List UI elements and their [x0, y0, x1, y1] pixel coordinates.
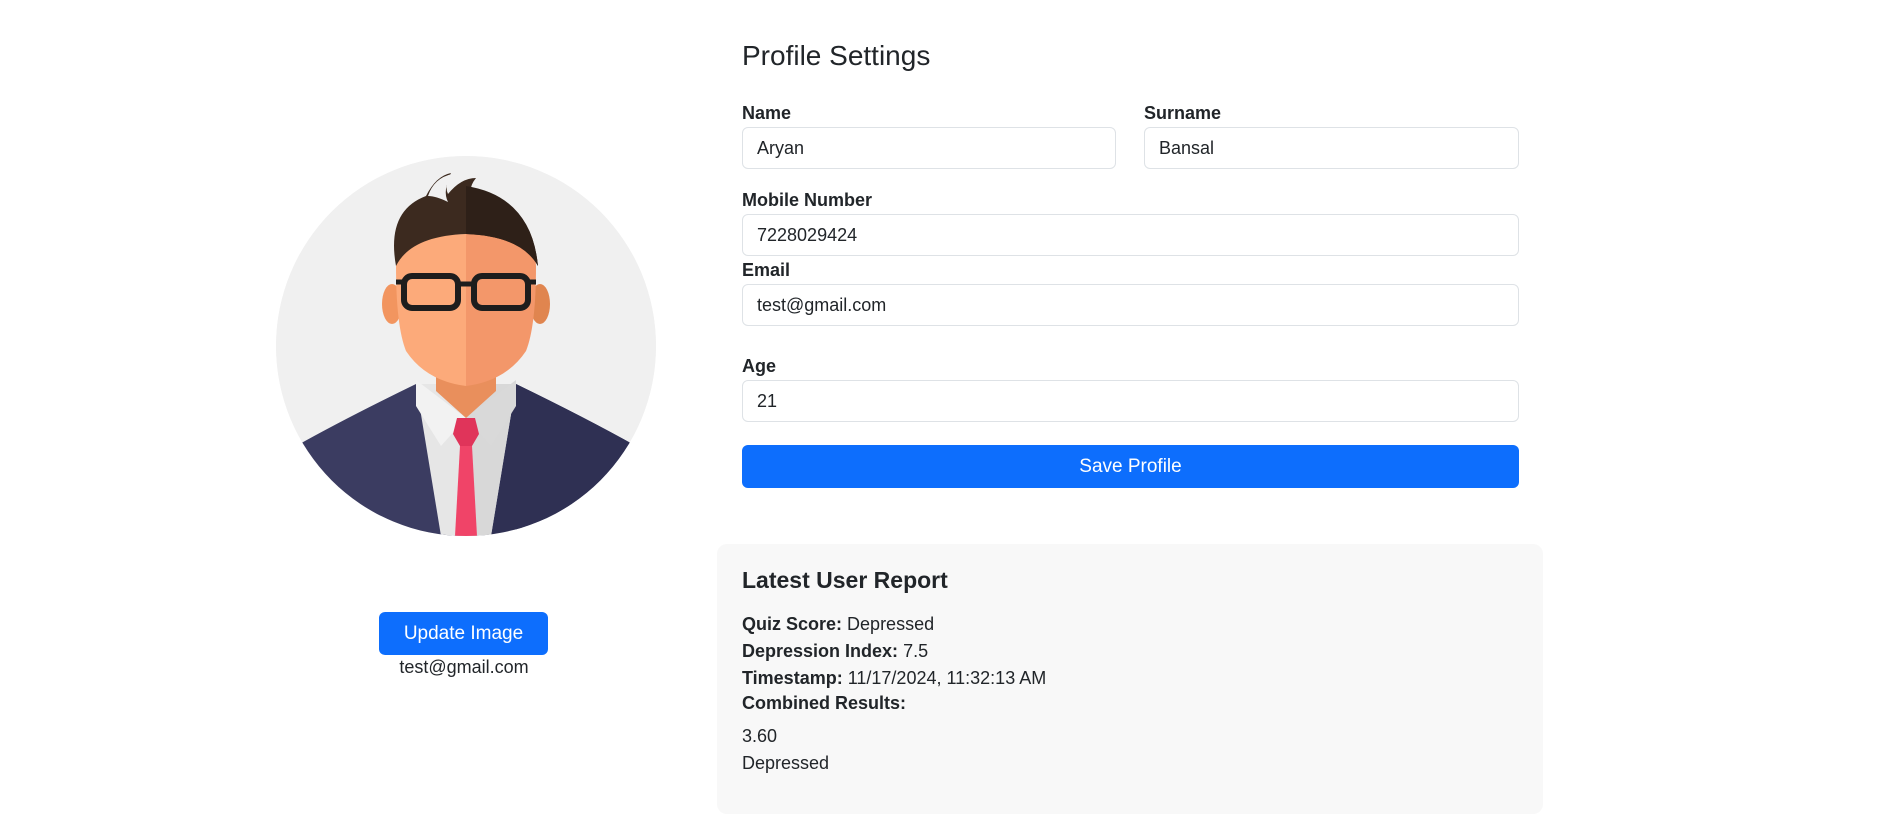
combined-score: 3.60: [742, 726, 778, 746]
mobile-label: Mobile Number: [742, 190, 873, 210]
depression-index-value: 7.5: [903, 641, 929, 661]
combined-result: Depressed: [742, 753, 830, 773]
surname-field[interactable]: [1144, 127, 1519, 169]
email-label: Email: [742, 260, 791, 280]
quiz-score-value: Depressed: [847, 614, 935, 634]
depression-index-label: Depression Index:: [742, 641, 899, 661]
update-image-button[interactable]: Update Image: [379, 612, 548, 655]
timestamp-label: Timestamp:: [742, 668, 843, 688]
age-field[interactable]: [742, 380, 1519, 422]
sidebar-email: test@gmail.com: [399, 657, 529, 677]
surname-label: Surname: [1144, 103, 1222, 123]
name-field[interactable]: [742, 127, 1116, 169]
report-title: Latest User Report: [742, 567, 948, 593]
save-profile-button[interactable]: Save Profile: [742, 445, 1519, 488]
mobile-field[interactable]: [742, 214, 1519, 256]
combined-results-label: Combined Results:: [742, 693, 907, 713]
quiz-score-row: Quiz Score: Depressed: [742, 614, 934, 635]
depression-index-row: Depression Index: 7.5: [742, 641, 928, 662]
email-field[interactable]: [742, 284, 1519, 326]
combined-results-row: Combined Results:: [742, 693, 906, 714]
page-title: Profile Settings: [742, 40, 931, 71]
businessman-avatar-icon: [276, 156, 656, 536]
age-label: Age: [742, 356, 777, 376]
name-label: Name: [742, 103, 792, 123]
profile-avatar: [276, 156, 656, 536]
timestamp-value: 11/17/2024, 11:32:13 AM: [847, 668, 1047, 688]
quiz-score-label: Quiz Score:: [742, 614, 843, 634]
timestamp-row: Timestamp: 11/17/2024, 11:32:13 AM: [742, 668, 1046, 689]
